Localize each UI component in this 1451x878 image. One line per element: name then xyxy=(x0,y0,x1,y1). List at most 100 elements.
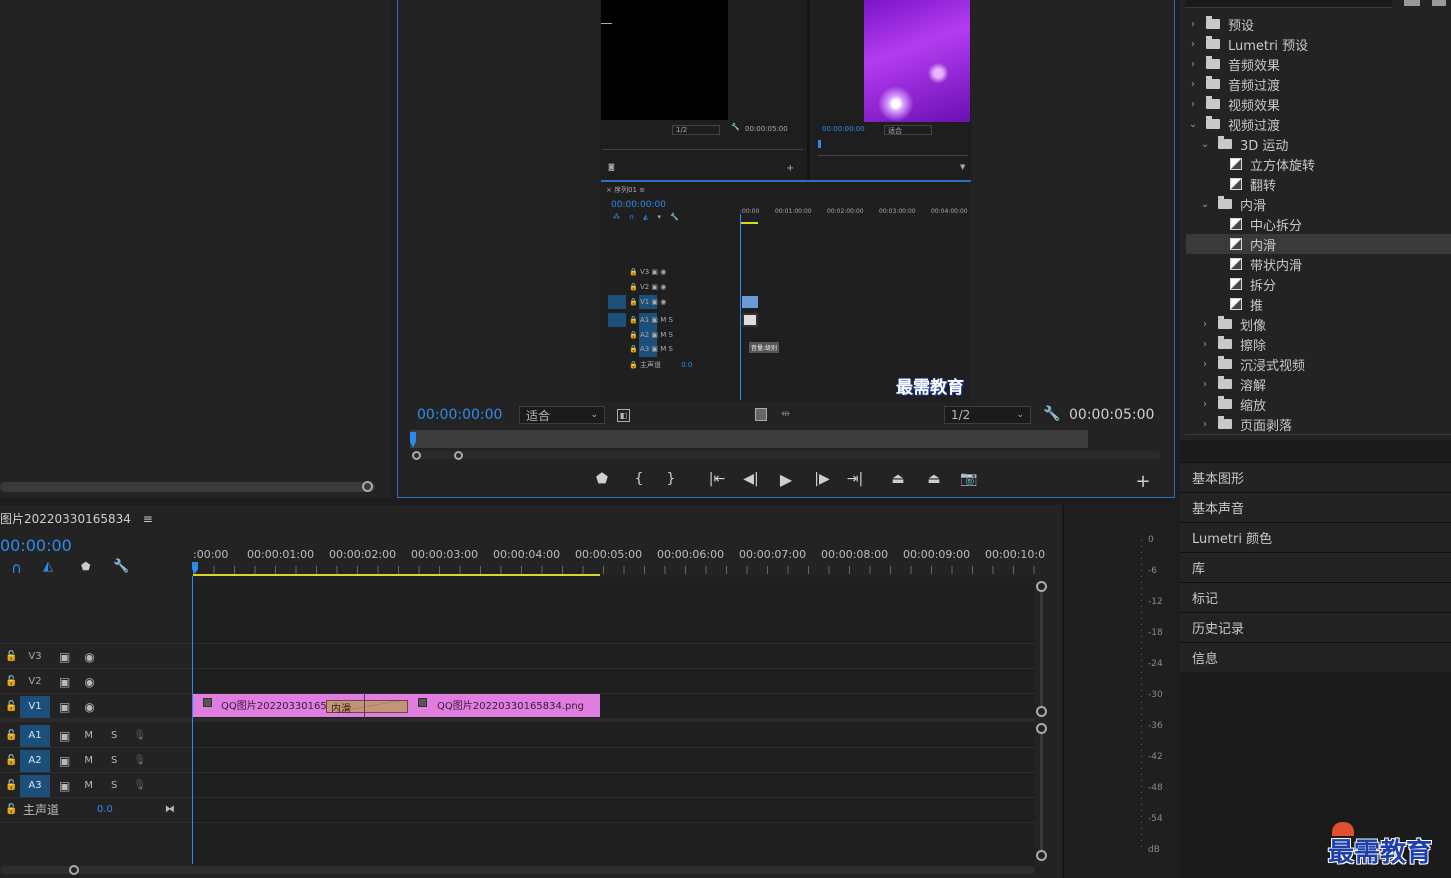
inner-clip-v1[interactable] xyxy=(742,296,758,308)
workspace-panel-tab[interactable]: 基本图形 xyxy=(1180,462,1451,492)
workspace-panel-tab[interactable]: 信息 xyxy=(1180,642,1451,672)
effects-tree-item[interactable]: 带状内滑 xyxy=(1186,254,1451,274)
add-marker-button[interactable]: ⬟ xyxy=(592,471,612,487)
chevron-right-icon[interactable]: › xyxy=(1198,339,1212,350)
inner-program-timebar[interactable] xyxy=(818,142,968,156)
effects-search[interactable] xyxy=(1185,0,1392,8)
track-label-a3[interactable]: A3 xyxy=(20,774,50,797)
film-icon[interactable]: ▣ xyxy=(59,650,70,664)
wrench-icon[interactable]: 🔧 xyxy=(1043,406,1060,422)
mic-icon[interactable]: 🎙 xyxy=(133,755,146,766)
effects-tree-item[interactable]: › 预设 xyxy=(1186,14,1451,34)
effects-tree-item[interactable]: › 溶解 xyxy=(1186,374,1451,394)
effects-tree-item[interactable]: › 缩放 xyxy=(1186,394,1451,414)
inner-clip-a1[interactable] xyxy=(742,313,758,327)
effects-tree-item[interactable]: 内滑 xyxy=(1186,234,1451,254)
chevron-down-icon[interactable]: ⌄ xyxy=(1198,139,1212,150)
effects-tree-item[interactable]: › 沉浸式视频 xyxy=(1186,354,1451,374)
workspace-panel-tab[interactable]: 库 xyxy=(1180,552,1451,582)
chevron-right-icon[interactable]: › xyxy=(1186,19,1200,30)
compare-icon[interactable]: ⇹ xyxy=(781,407,790,420)
chevron-right-icon[interactable]: › xyxy=(1186,99,1200,110)
effects-tree-item[interactable]: ⌄ 内滑 xyxy=(1186,194,1451,214)
new-bin-icon[interactable] xyxy=(1404,0,1420,6)
solo-button[interactable]: S xyxy=(111,780,117,791)
track-label-v2[interactable]: V2 xyxy=(20,671,50,693)
export-frame-icon[interactable] xyxy=(755,408,767,421)
chevron-right-icon[interactable]: › xyxy=(1198,379,1212,390)
chevron-right-icon[interactable]: › xyxy=(1198,399,1212,410)
v-scroll-handle-top[interactable] xyxy=(1036,581,1047,592)
extract-button[interactable]: ⏏ xyxy=(924,471,944,487)
solo-button[interactable]: S xyxy=(111,755,117,766)
workspace-panel-tab[interactable]: 基本声音 xyxy=(1180,492,1451,522)
inner-wrench-icon[interactable]: 🔧 xyxy=(731,123,740,131)
a-scroll-handle-top[interactable] xyxy=(1036,723,1047,734)
go-to-in-button[interactable]: |⇤ xyxy=(707,471,727,487)
resolution-dropdown[interactable]: 1/2 ⌄ xyxy=(944,406,1031,424)
mic-icon[interactable]: 🎙 xyxy=(133,730,146,741)
chevron-right-icon[interactable]: › xyxy=(1198,359,1212,370)
inner-timeline-tools[interactable]: ⁂∩◭▾🔧 xyxy=(613,213,688,221)
mute-button[interactable]: M xyxy=(84,730,93,741)
lock-icon[interactable]: 🔓 xyxy=(5,730,17,741)
effects-tree-item[interactable]: ⌄ 3D 运动 xyxy=(1186,134,1451,154)
film-icon[interactable]: ▣ xyxy=(59,675,70,689)
effects-tree-item[interactable]: 中心拆分 xyxy=(1186,214,1451,234)
mark-out-button[interactable]: } xyxy=(661,471,681,487)
film-icon[interactable]: ▣ xyxy=(59,700,70,714)
add-button-icon[interactable]: + xyxy=(1133,471,1153,492)
effects-tree-item[interactable]: 拆分 xyxy=(1186,274,1451,294)
chevron-down-icon[interactable]: ⌄ xyxy=(1198,199,1212,210)
track-label-a1[interactable]: A1 xyxy=(20,724,50,747)
inner-timeline-timecode[interactable]: 00:00:00:00 xyxy=(611,200,666,210)
eye-icon[interactable]: ◉ xyxy=(84,700,94,714)
workspace-panel-tab[interactable]: 标记 xyxy=(1180,582,1451,612)
work-area-bar[interactable] xyxy=(193,574,600,576)
inner-add-icon[interactable]: + xyxy=(786,163,794,174)
workspace-panel-tab[interactable]: Lumetri 颜色 xyxy=(1180,522,1451,552)
inner-program-playhead[interactable] xyxy=(818,140,821,148)
film-icon[interactable]: ▣ xyxy=(59,754,70,768)
program-zoombar[interactable] xyxy=(412,451,1160,459)
h-scroll-track[interactable] xyxy=(0,866,1035,874)
inner-marker-icon[interactable]: ▼ xyxy=(960,163,965,171)
film-icon[interactable]: ▣ xyxy=(59,729,70,743)
master-value[interactable]: 0.0 xyxy=(97,804,113,815)
play-button[interactable]: ▶ xyxy=(776,470,796,489)
film-icon[interactable]: ▣ xyxy=(59,779,70,793)
program-timebar[interactable] xyxy=(410,430,1088,448)
eye-icon[interactable]: ◉ xyxy=(84,650,94,664)
track-label-a2[interactable]: A2 xyxy=(20,749,50,772)
source-scrollbar[interactable] xyxy=(0,482,375,492)
effects-tree-item[interactable]: ⌄ 视频过渡 xyxy=(1186,114,1451,134)
lock-icon[interactable]: 🔓 xyxy=(5,701,17,712)
effects-tree-item[interactable]: › 视频效果 xyxy=(1186,94,1451,114)
mark-in-button[interactable]: { xyxy=(629,471,649,487)
safe-margin-icon[interactable]: ◧ xyxy=(617,409,630,422)
v-scroll-handle-mid[interactable] xyxy=(1036,706,1047,717)
effects-tree-item[interactable]: 推 xyxy=(1186,294,1451,314)
lock-icon[interactable]: 🔓 xyxy=(5,804,17,815)
chevron-right-icon[interactable]: › xyxy=(1198,419,1212,430)
linked-selection-icon[interactable]: ◭ xyxy=(43,559,53,574)
track-label-v1[interactable]: V1 xyxy=(20,695,50,718)
lock-icon[interactable]: 🔓 xyxy=(5,651,17,662)
timeline-settings-icon[interactable]: 🔧 xyxy=(113,559,129,574)
chevron-right-icon[interactable]: › xyxy=(1186,79,1200,90)
timeline-playhead-line[interactable] xyxy=(192,576,193,864)
mute-button[interactable]: M xyxy=(84,755,93,766)
effects-tree-item[interactable]: › 音频过渡 xyxy=(1186,74,1451,94)
a-scroll-track[interactable] xyxy=(1040,729,1043,856)
chevron-right-icon[interactable]: › xyxy=(1186,59,1200,70)
effects-tree-item[interactable]: › Lumetri 预设 xyxy=(1186,34,1451,54)
lift-button[interactable]: ⏏ xyxy=(888,471,908,487)
inner-camera-icon[interactable]: ◙ xyxy=(608,163,615,171)
chevron-right-icon[interactable]: › xyxy=(1198,319,1212,330)
step-forward-button[interactable]: |▶ xyxy=(812,471,832,487)
go-to-out-button[interactable]: ⇥| xyxy=(845,471,865,487)
delete-icon[interactable] xyxy=(1432,0,1446,6)
menu-icon[interactable]: ≡ xyxy=(143,512,153,526)
inner-track-v1-src[interactable] xyxy=(608,295,626,309)
mute-button[interactable]: M xyxy=(84,780,93,791)
